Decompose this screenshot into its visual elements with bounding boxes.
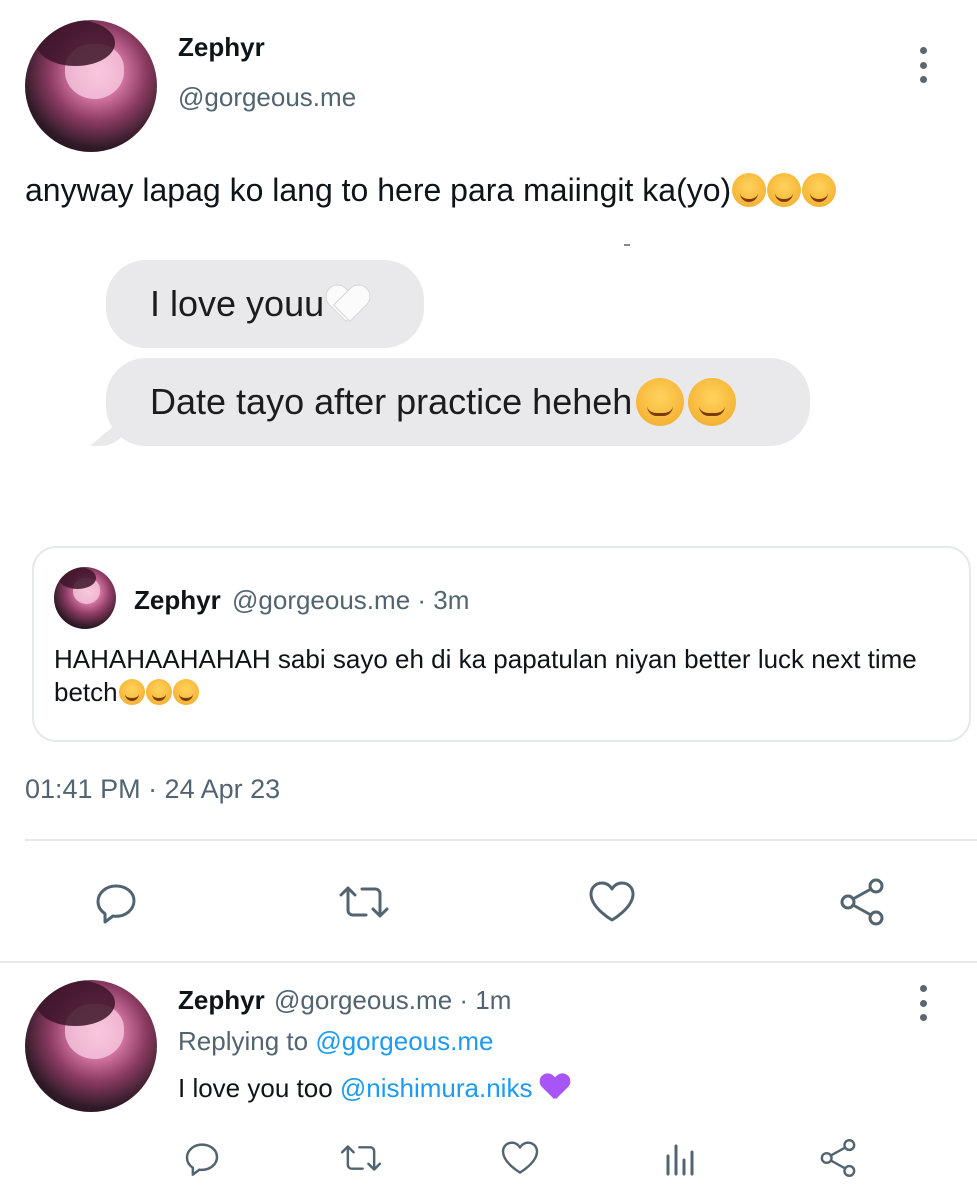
more-options-icon[interactable] (913, 47, 933, 83)
divider (0, 961, 977, 963)
quoted-tweet-text: HAHAHAAHAHAH sabi sayo eh di ka papatula… (54, 643, 944, 709)
smiling-face-with-hearts-icon (732, 173, 767, 207)
divider (25, 839, 977, 841)
tweet-body: anyway lapag ko lang to here para maiing… (25, 172, 732, 208)
reply-author-avatar[interactable] (25, 980, 157, 1112)
quoted-author-name: Zephyr (134, 585, 221, 615)
replying-to-handle-link[interactable]: @gorgeous.me (315, 1026, 493, 1056)
like-icon[interactable] (498, 1136, 542, 1180)
reply-author-handle[interactable]: @gorgeous.me · 1m (274, 985, 511, 1016)
mention-link[interactable]: @nishimura.niks (340, 1073, 533, 1103)
quoted-author-handle: @gorgeous.me · 3m (232, 585, 470, 615)
author-avatar[interactable] (25, 20, 157, 152)
purple-heart-icon (540, 1074, 570, 1100)
retweet-icon[interactable] (336, 876, 392, 928)
chat-message: Date tayo after practice heheh (150, 381, 633, 422)
zany-face-icon (145, 679, 172, 705)
reply-body: I love you too (178, 1073, 340, 1103)
zany-face-icon (118, 679, 145, 705)
tweet-timestamp[interactable]: 01:41 PM · 24 Apr 23 (25, 774, 280, 805)
more-options-icon[interactable] (913, 985, 933, 1021)
chat-bubble[interactable]: Date tayo after practice heheh (106, 358, 810, 446)
author-name[interactable]: Zephyr (178, 32, 265, 63)
kissing-face-icon (636, 378, 685, 426)
share-icon[interactable] (836, 876, 888, 928)
smiling-face-with-hearts-icon (688, 378, 737, 426)
reply-icon[interactable] (180, 1136, 224, 1180)
reply-author-name[interactable]: Zephyr (178, 985, 265, 1016)
reply-text: I love you too @nishimura.niks (178, 1073, 570, 1104)
quoted-author-avatar[interactable] (54, 567, 116, 629)
white-heart-icon (326, 284, 370, 324)
replying-to-label: Replying to (178, 1026, 316, 1056)
retweet-icon[interactable] (337, 1136, 385, 1180)
chat-message: I love youu (150, 283, 325, 324)
chat-bubble[interactable]: I love youu (106, 260, 424, 348)
tweet-text: anyway lapag ko lang to here para maiing… (25, 172, 837, 209)
smiling-face-with-hearts-icon (767, 173, 802, 207)
share-icon[interactable] (816, 1136, 860, 1180)
analytics-icon[interactable] (658, 1136, 702, 1180)
zany-face-icon (172, 679, 199, 705)
like-icon[interactable] (586, 876, 638, 928)
reply-icon[interactable] (90, 876, 142, 928)
image-artifact (624, 244, 630, 246)
replying-to: Replying to @gorgeous.me (178, 1026, 493, 1057)
author-handle[interactable]: @gorgeous.me (178, 82, 356, 113)
smiling-face-with-hearts-icon (802, 173, 837, 207)
